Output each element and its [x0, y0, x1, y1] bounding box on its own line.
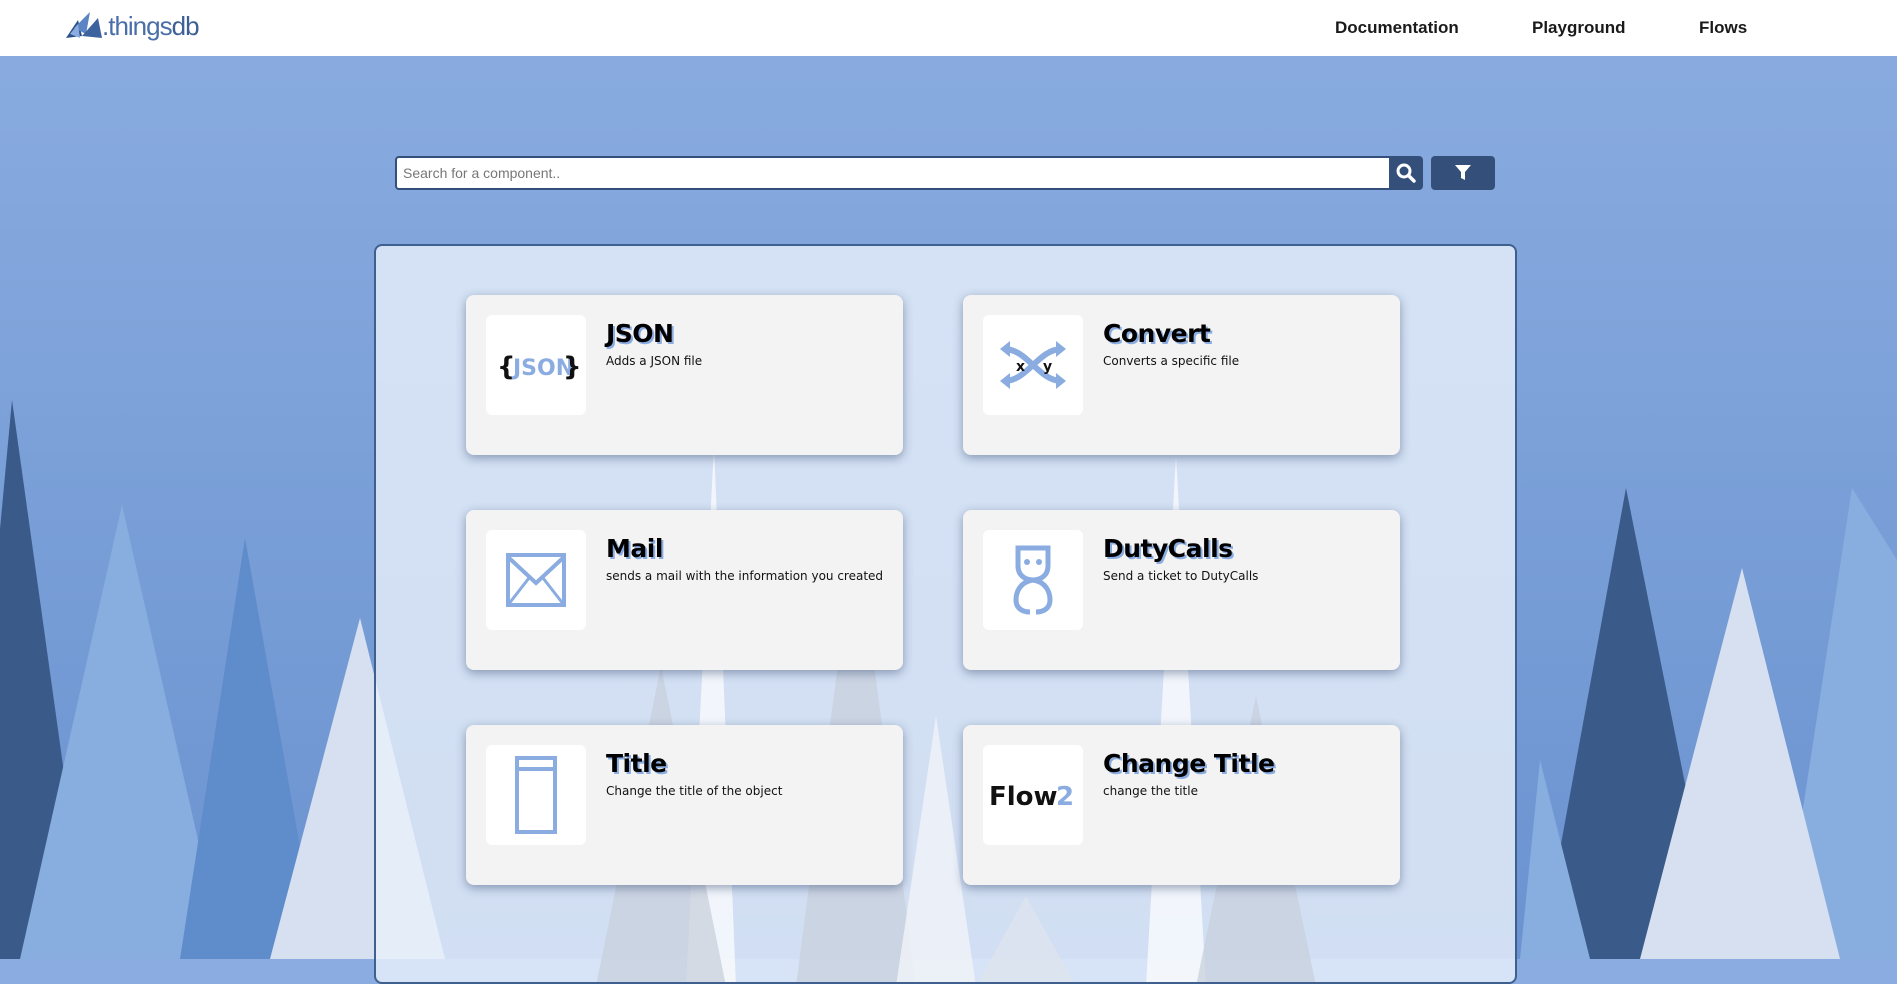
card-description: change the title	[1103, 784, 1198, 798]
convert-y-label: y	[1043, 359, 1052, 375]
filter-button[interactable]	[1431, 156, 1495, 190]
search-bar	[395, 156, 1495, 192]
filter-icon	[1455, 165, 1471, 180]
document-title-icon	[515, 756, 557, 834]
card-title: Convert	[1103, 319, 1211, 348]
component-card-convert[interactable]: x y Convert Converts a specific file	[963, 295, 1400, 455]
card-title: Mail	[606, 534, 663, 563]
json-brace-right: }	[563, 352, 581, 382]
json-logo: { JSON }	[497, 352, 581, 382]
envelope-icon	[506, 553, 566, 607]
flow2-logo: Flow 2	[989, 782, 1074, 812]
search-button[interactable]	[1389, 156, 1423, 190]
search-icon	[1396, 163, 1416, 183]
convert-xy-icon: x y	[983, 315, 1083, 415]
flow-word: Flow	[989, 782, 1058, 812]
dutycalls-icon	[983, 530, 1083, 630]
brand-name: .thingsdb	[102, 10, 200, 41]
search-input[interactable]	[395, 156, 1391, 190]
flow-number: 2	[1056, 782, 1074, 812]
card-description: sends a mail with the information you cr…	[606, 569, 884, 583]
dutycalls-logo	[1013, 545, 1053, 615]
card-description: Change the title of the object	[606, 784, 783, 798]
components-panel: { JSON } JSON Adds a JSON file x y Conve…	[374, 244, 1517, 984]
card-description: Send a ticket to DutyCalls	[1103, 569, 1259, 583]
flow2-icon: Flow 2	[983, 745, 1083, 845]
component-card-json[interactable]: { JSON } JSON Adds a JSON file	[466, 295, 903, 455]
component-card-change-title[interactable]: Flow 2 Change Title change the title	[963, 725, 1400, 885]
nav-flows[interactable]: Flows	[1699, 18, 1747, 38]
convert-arrows: x y	[1000, 341, 1066, 389]
card-title: DutyCalls	[1103, 534, 1233, 563]
component-card-dutycalls[interactable]: DutyCalls Send a ticket to DutyCalls	[963, 510, 1400, 670]
convert-x-label: x	[1016, 359, 1025, 375]
nav-playground[interactable]: Playground	[1532, 18, 1626, 38]
card-title: Title	[606, 749, 667, 778]
card-title: Change Title	[1103, 749, 1275, 778]
mail-icon	[486, 530, 586, 630]
component-card-title[interactable]: Title Change the title of the object	[466, 725, 903, 885]
origami-bird-icon	[66, 12, 102, 38]
json-icon: { JSON }	[486, 315, 586, 415]
nav-documentation[interactable]: Documentation	[1335, 18, 1459, 38]
component-card-mail[interactable]: Mail sends a mail with the information y…	[466, 510, 903, 670]
card-description: Converts a specific file	[1103, 354, 1240, 368]
top-navigation-bar: .thingsdb Documentation Playground Flows	[0, 0, 1897, 56]
title-icon	[486, 745, 586, 845]
brand-logo[interactable]: .thingsdb	[64, 8, 200, 44]
card-title: JSON	[606, 319, 674, 348]
card-description: Adds a JSON file	[606, 354, 703, 368]
